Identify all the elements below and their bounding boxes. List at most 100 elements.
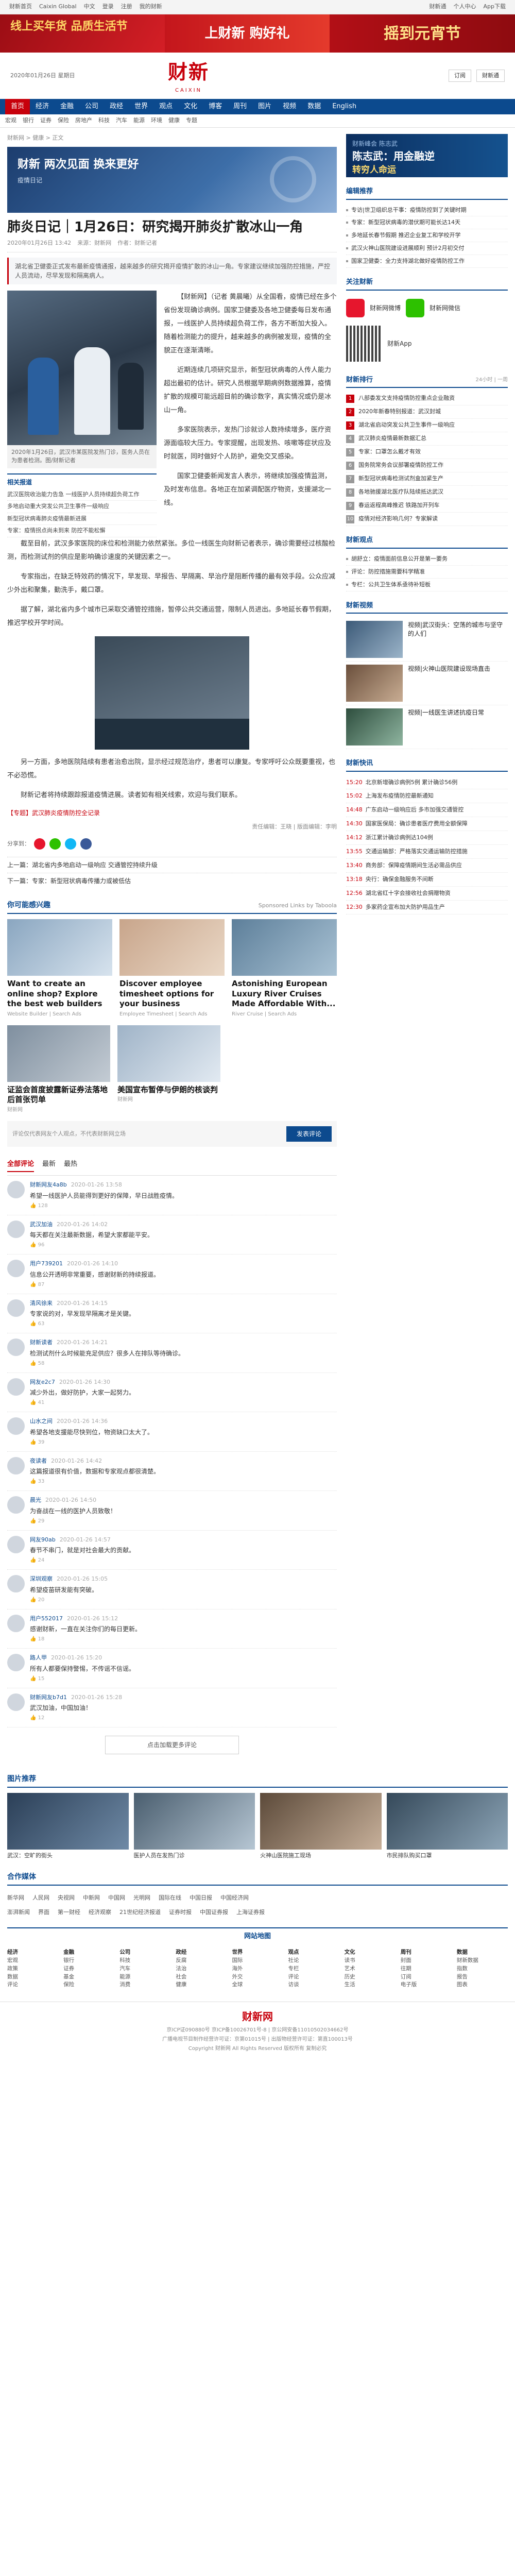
partner-link[interactable]: 央视网 <box>58 1894 75 1903</box>
nav-item-home[interactable]: 首页 <box>5 99 30 114</box>
comment-username[interactable]: 网友e2c7 <box>30 1379 55 1385</box>
opinion-link[interactable]: 专栏：公共卫生体系亟待补短板 <box>346 579 508 591</box>
topbar-link-account[interactable]: 个人中心 <box>454 3 476 11</box>
sitemap-link[interactable]: 报告 <box>457 1973 508 1981</box>
ad-banner-left[interactable]: 线上买年货 品质生活节 <box>0 14 165 53</box>
sitemap-column-heading[interactable]: 世界 <box>232 1948 283 1957</box>
sitemap-link[interactable]: 保险 <box>63 1981 114 1989</box>
sitemap-link[interactable]: 银行 <box>63 1957 114 1965</box>
partner-link[interactable]: 上海证券报 <box>236 1908 265 1917</box>
sitemap-link[interactable]: 全球 <box>232 1981 283 1989</box>
ranking-link[interactable]: 专家：口罩怎么戴才有效 <box>358 448 421 456</box>
ranking-link[interactable]: 春运返程高峰推迟 铁路加开列车 <box>358 501 440 510</box>
sitemap-link[interactable]: 科技 <box>119 1957 170 1965</box>
topbar-link-home[interactable]: 财新首页 <box>9 3 32 11</box>
subnav-item[interactable]: 汽车 <box>116 116 127 125</box>
ad-banner-right[interactable]: 摇到元宵节 <box>330 14 515 53</box>
opinion-link[interactable]: 评论：防控措施需要科学精准 <box>346 566 508 579</box>
sitemap-link[interactable]: 社会 <box>176 1973 227 1981</box>
breadcrumb[interactable]: 财新网 > 健康 > 正文 <box>7 134 337 143</box>
sitemap-link[interactable]: 数据 <box>7 1973 58 1981</box>
flash-news-item[interactable]: 15:02 上海发布疫情防控最新通知 <box>346 789 508 804</box>
nav-item-politics[interactable]: 政经 <box>104 99 129 114</box>
editor-pick-link[interactable]: 武汉火神山医院建设进展顺利 预计2月初交付 <box>346 242 508 256</box>
subnav-item[interactable]: 宏观 <box>5 116 16 125</box>
flash-news-text[interactable]: 广东启动一级响应后 多市加强交通管控 <box>366 806 464 814</box>
topbar-link-app[interactable]: App下载 <box>484 3 506 11</box>
flash-news-text[interactable]: 商务部：保障疫情期间生活必需品供应 <box>366 861 462 870</box>
sidebar-ad[interactable]: 财新峰会 陈志武 陈志武：用金融逆 转穷人命运 <box>346 134 508 177</box>
ranking-link[interactable]: 新型冠状病毒检测试剂盒加紧生产 <box>358 474 443 483</box>
avatar[interactable] <box>7 1181 25 1199</box>
comment-username[interactable]: 财新网友b7d1 <box>30 1694 67 1701</box>
sitemap-column-heading[interactable]: 金融 <box>63 1948 114 1957</box>
footer-logo[interactable]: 财新网 <box>0 2007 515 2026</box>
avatar[interactable] <box>7 1338 25 1357</box>
avatar[interactable] <box>7 1575 25 1593</box>
article-photo[interactable] <box>7 290 157 445</box>
sitemap-link[interactable]: 消费 <box>119 1981 170 1989</box>
tab-hottest[interactable]: 最热 <box>64 1159 77 1173</box>
recommend-card[interactable]: Astonishing European Luxury River Cruise… <box>232 919 337 1018</box>
sitemap-link[interactable]: 外交 <box>232 1973 283 1981</box>
comment-username[interactable]: 财新读者 <box>30 1339 53 1346</box>
avatar[interactable] <box>7 1535 25 1553</box>
ranking-item[interactable]: 10 疫情对经济影响几何？专家解读 <box>346 513 508 527</box>
sitemap-link[interactable]: 宏观 <box>7 1957 58 1965</box>
sitemap-link[interactable]: 专栏 <box>288 1965 339 1973</box>
sitemap-column-heading[interactable]: 公司 <box>119 1948 170 1957</box>
ranking-item[interactable]: 2 2020年新春特别报道：武汉封城 <box>346 405 508 419</box>
sitemap-link[interactable]: 政策 <box>7 1965 58 1973</box>
subscribe-button[interactable]: 订阅 <box>449 69 471 82</box>
flash-news-text[interactable]: 央行：确保金融服务不间断 <box>366 875 434 884</box>
flash-news-item[interactable]: 13:55 交通运输部：严格落实交通运输防控措施 <box>346 845 508 859</box>
like-icon[interactable]: 👍 <box>30 1715 38 1721</box>
partner-link[interactable]: 第一财经 <box>58 1908 80 1917</box>
comment-username[interactable]: 深圳观察 <box>30 1575 53 1582</box>
editor-pick-link[interactable]: 多地延长春节假期 推迟企业复工和学校开学 <box>346 229 508 243</box>
ranking-link[interactable]: 各地驰援湖北医疗队陆续抵达武汉 <box>358 488 443 497</box>
subnav-item[interactable]: 科技 <box>98 116 110 125</box>
sitemap-link[interactable]: 汽车 <box>119 1965 170 1973</box>
nav-item-weekly[interactable]: 周刊 <box>228 99 252 114</box>
ranking-item[interactable]: 1 八部委发文支持疫情防控重点企业融资 <box>346 392 508 406</box>
flash-news-item[interactable]: 15:20 北京新增确诊病例5例 累计确诊56例 <box>346 776 508 790</box>
comment-username[interactable]: 山水之间 <box>30 1418 53 1425</box>
topbar-link-register[interactable]: 注册 <box>121 3 132 11</box>
like-icon[interactable]: 👍 <box>30 1242 38 1248</box>
comment-username[interactable]: 清风徐来 <box>30 1300 53 1307</box>
recommend-card[interactable]: 美国宣布暂停与伊朗的核谈判 财新网 <box>117 1025 220 1114</box>
sitemap-column-heading[interactable]: 周刊 <box>401 1948 452 1957</box>
next-article-link[interactable]: 下一篇：专家：新型冠状病毒传播力或被低估 <box>7 873 337 889</box>
like-icon[interactable]: 👍 <box>30 1557 38 1563</box>
topic-link[interactable]: 【专题】武汉肺炎疫情防控全记录 <box>7 808 337 818</box>
partner-link[interactable]: 人民网 <box>32 1894 49 1903</box>
comment-input[interactable]: 评论仅代表网友个人观点，不代表财新网立场 <box>12 1130 126 1139</box>
like-icon[interactable]: 👍 <box>30 1361 38 1366</box>
sitemap-link[interactable]: 证券 <box>63 1965 114 1973</box>
ranking-link[interactable]: 国务院常务会议部署疫情防控工作 <box>358 461 443 470</box>
partner-link[interactable]: 中国网 <box>108 1894 125 1903</box>
avatar[interactable] <box>7 1378 25 1396</box>
topbar-link-login[interactable]: 登录 <box>102 3 114 11</box>
nav-item-english[interactable]: English <box>327 99 362 114</box>
tab-all-comments[interactable]: 全部评论 <box>7 1159 35 1173</box>
like-icon[interactable]: 👍 <box>30 1321 38 1327</box>
partner-link[interactable]: 中国证券报 <box>200 1908 228 1917</box>
comment-username[interactable]: 夜读者 <box>30 1458 47 1464</box>
sitemap-column-heading[interactable]: 数据 <box>457 1948 508 1957</box>
sitemap-link[interactable]: 海外 <box>232 1965 283 1973</box>
flash-news-item[interactable]: 13:40 商务部：保障疫情期间生活必需品供应 <box>346 859 508 873</box>
load-more-comments-button[interactable]: 点击加载更多评论 <box>105 1736 239 1755</box>
sitemap-link[interactable]: 电子版 <box>401 1981 452 1989</box>
avatar[interactable] <box>7 1260 25 1278</box>
partner-link[interactable]: 中国经济网 <box>220 1894 249 1903</box>
nav-item-blog[interactable]: 博客 <box>203 99 228 114</box>
ranking-item[interactable]: 8 各地驰援湖北医疗队陆续抵达武汉 <box>346 486 508 500</box>
topbar-link-caixintong[interactable]: 财新通 <box>430 3 447 11</box>
tab-newest[interactable]: 最新 <box>42 1159 56 1173</box>
topbar-link-mycaixin[interactable]: 我的财新 <box>140 3 162 11</box>
subnav-item[interactable]: 保险 <box>58 116 69 125</box>
like-icon[interactable]: 👍 <box>30 1636 38 1642</box>
flash-news-item[interactable]: 14:12 浙江累计确诊病例达104例 <box>346 831 508 845</box>
